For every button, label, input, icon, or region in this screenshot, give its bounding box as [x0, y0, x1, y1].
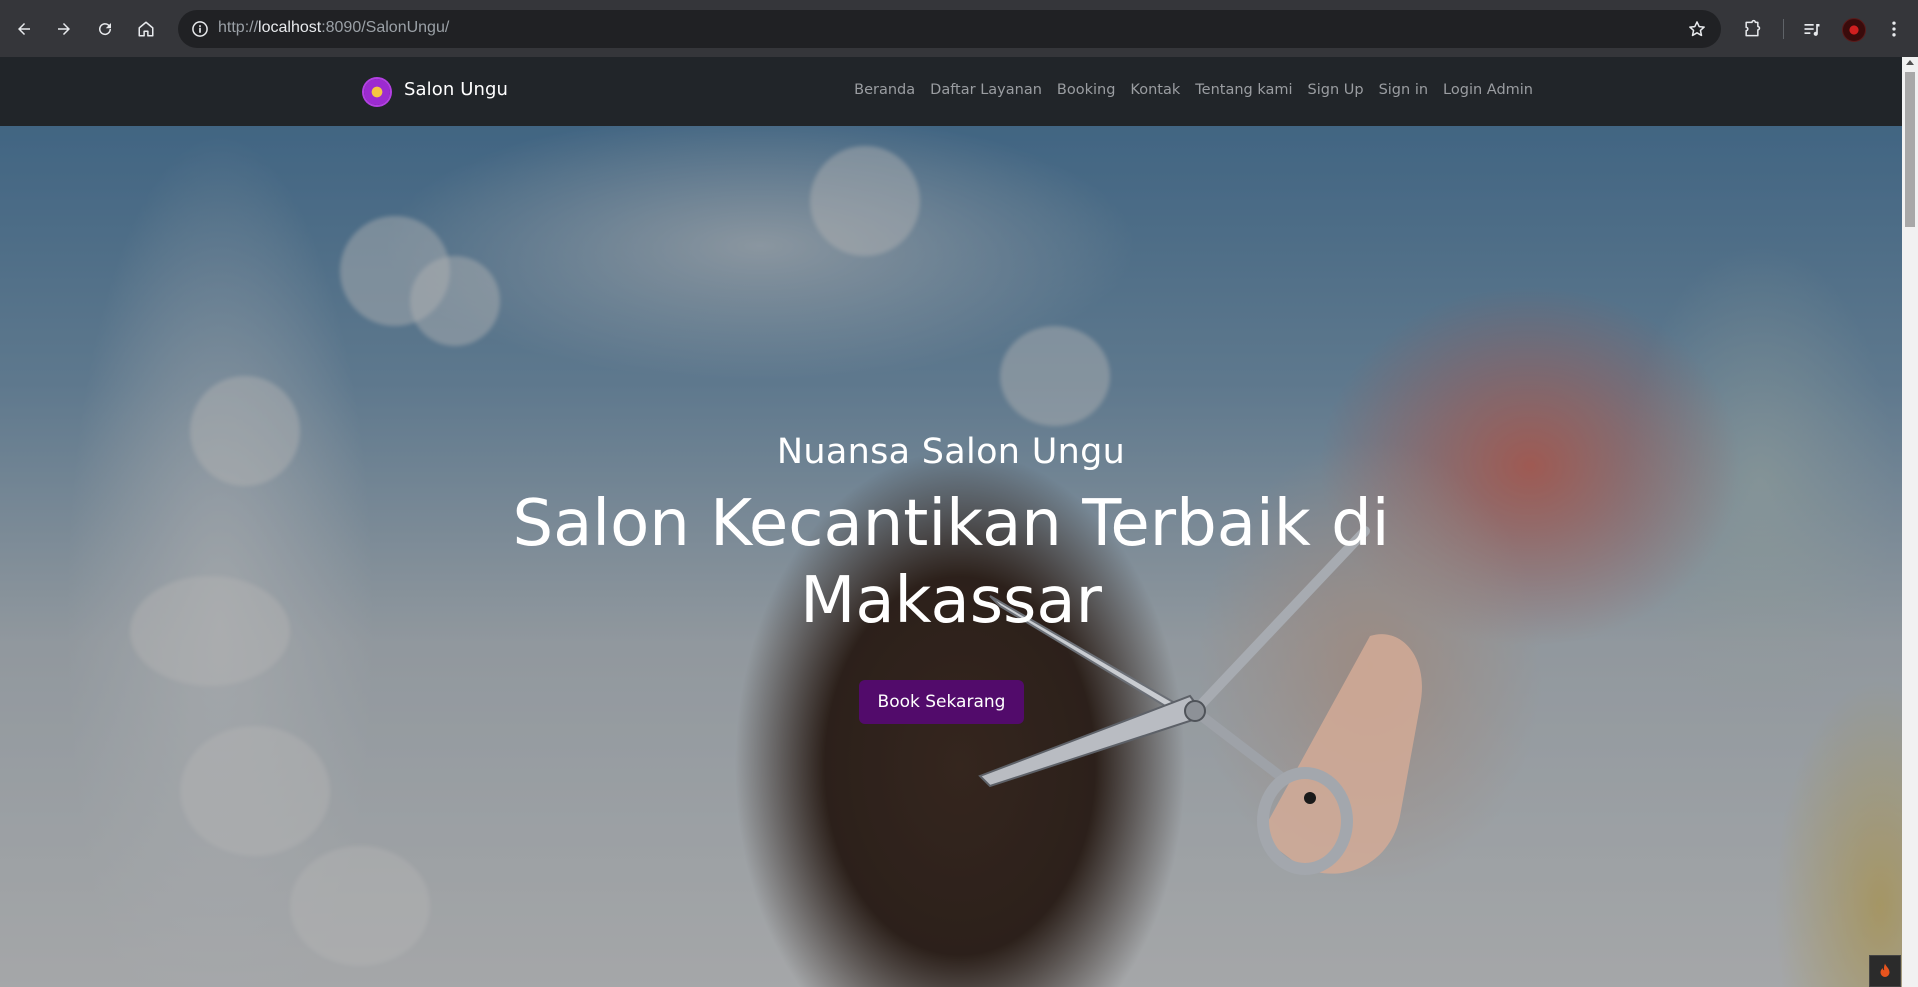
book-now-button[interactable]: Book Sekarang: [859, 680, 1024, 724]
hero-title-line2: Makassar: [800, 564, 1102, 638]
nav-links: Beranda Daftar Layanan Booking Kontak Te…: [854, 82, 1533, 98]
url-text[interactable]: http://localhost:8090/SalonUngu/: [218, 19, 449, 37]
nav-link-login-admin[interactable]: Login Admin: [1443, 82, 1533, 98]
browser-toolbar: http://localhost:8090/SalonUngu/: [0, 0, 1918, 57]
info-icon[interactable]: [190, 19, 210, 39]
home-icon: [138, 21, 154, 37]
reload-button[interactable]: [89, 13, 121, 45]
menu-icon: [1892, 21, 1896, 37]
toolbar-divider: [1783, 19, 1784, 39]
profile-avatar[interactable]: [1842, 18, 1866, 42]
media-icon: [1804, 24, 1820, 36]
hero-section: Nuansa Salon Ungu Salon Kecantikan Terba…: [0, 126, 1902, 987]
nav-link-beranda[interactable]: Beranda: [854, 82, 915, 98]
page-scrollbar[interactable]: [1902, 57, 1918, 987]
salon-logo-icon[interactable]: [364, 79, 390, 105]
menu-button[interactable]: [1878, 13, 1910, 45]
site-navbar: Salon Ungu Beranda Daftar Layanan Bookin…: [0, 57, 1902, 126]
hero-title: Salon Kecantikan Terbaik di Makassar: [0, 486, 1902, 640]
forward-icon: [58, 23, 70, 35]
back-button[interactable]: [8, 13, 40, 45]
forward-button[interactable]: [48, 13, 80, 45]
scroll-up-arrow-icon[interactable]: [1906, 60, 1914, 65]
nav-link-daftar-layanan[interactable]: Daftar Layanan: [930, 82, 1042, 98]
flame-badge[interactable]: [1869, 955, 1901, 987]
hero-content: Nuansa Salon Ungu Salon Kecantikan Terba…: [0, 126, 1902, 987]
home-button[interactable]: [130, 13, 162, 45]
reload-icon: [99, 23, 112, 36]
scrollbar-thumb[interactable]: [1905, 72, 1915, 227]
hero-subtitle: Nuansa Salon Ungu: [776, 432, 1126, 472]
hero-title-line1: Salon Kecantikan Terbaik di: [512, 487, 1390, 561]
extensions-button[interactable]: [1736, 13, 1768, 45]
extensions-icon: [1745, 19, 1761, 37]
flame-icon: [1880, 963, 1890, 977]
nav-link-booking[interactable]: Booking: [1057, 82, 1116, 98]
address-bar[interactable]: http://localhost:8090/SalonUngu/: [178, 10, 1721, 48]
nav-link-sign-up[interactable]: Sign Up: [1308, 82, 1364, 98]
nav-link-sign-in[interactable]: Sign in: [1379, 82, 1428, 98]
nav-link-tentang-kami[interactable]: Tentang kami: [1195, 82, 1292, 98]
nav-link-kontak[interactable]: Kontak: [1130, 82, 1180, 98]
page-viewport: Salon Ungu Beranda Daftar Layanan Bookin…: [0, 57, 1902, 987]
back-icon: [18, 23, 30, 35]
media-button[interactable]: [1796, 13, 1828, 45]
star-icon[interactable]: [1687, 19, 1707, 39]
brand-name[interactable]: Salon Ungu: [404, 79, 508, 100]
